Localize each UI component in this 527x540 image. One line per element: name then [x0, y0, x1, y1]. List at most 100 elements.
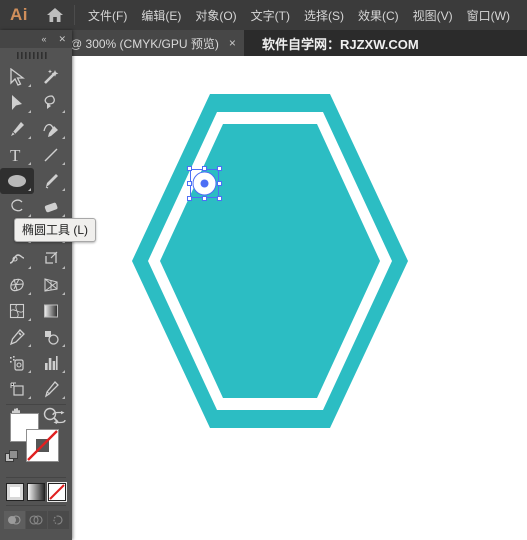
menu-object[interactable]: 对象(O)	[188, 0, 243, 30]
tool-flyout-indicator	[28, 396, 31, 399]
line-segment-tool-icon[interactable]	[34, 142, 68, 168]
resize-handle-left-center[interactable]	[187, 180, 192, 186]
artboard-tool-icon[interactable]	[0, 376, 34, 402]
tool-flyout-indicator	[28, 136, 31, 139]
shaper-tool-icon[interactable]	[0, 194, 34, 220]
swap-fill-stroke-icon[interactable]	[52, 411, 66, 430]
gradient-tool-icon[interactable]	[34, 298, 68, 324]
document-tab[interactable]: @ 300% (CMYK/GPU 预览) ×	[62, 30, 244, 56]
tool-row	[0, 116, 72, 142]
menu-edit[interactable]: 编辑(E)	[134, 0, 188, 30]
menu-divider	[74, 5, 75, 25]
resize-handle-top-center[interactable]	[201, 166, 207, 171]
tool-row	[0, 298, 72, 324]
app-logo: Ai	[10, 5, 28, 24]
menu-type[interactable]: 文字(T)	[244, 0, 297, 30]
blend-tool-icon[interactable]	[34, 324, 68, 350]
tool-flyout-indicator	[62, 344, 65, 347]
tool-row	[0, 324, 72, 350]
fill-stroke-group	[0, 407, 72, 475]
pen-tool-icon[interactable]	[0, 116, 34, 142]
gradient-mode-button[interactable]	[27, 483, 45, 501]
stroke-swatch[interactable]	[26, 429, 59, 462]
tool-flyout-indicator	[62, 214, 65, 217]
magic-wand-tool-icon[interactable]	[34, 64, 68, 90]
tool-tooltip: 椭圆工具 (L)	[14, 218, 97, 242]
mesh-tool-icon[interactable]	[0, 298, 34, 324]
tool-grid: T	[0, 62, 72, 428]
lasso-tool-icon[interactable]	[34, 90, 68, 116]
collapse-icon[interactable]: «	[35, 34, 52, 44]
tool-row	[0, 194, 72, 220]
close-icon[interactable]: ×	[229, 37, 236, 49]
menu-view[interactable]: 视图(V)	[406, 0, 460, 30]
draw-inside-button[interactable]	[47, 511, 69, 529]
type-tool-icon[interactable]: T	[0, 142, 34, 168]
artboard-canvas[interactable]	[0, 56, 527, 540]
screen-mode-button[interactable]	[0, 532, 72, 540]
tool-row	[0, 90, 72, 116]
tool-flyout-indicator	[62, 136, 65, 139]
tool-flyout-indicator	[28, 84, 31, 87]
tool-flyout-indicator	[28, 292, 31, 295]
column-graph-tool-icon[interactable]	[34, 350, 68, 376]
tool-flyout-indicator	[28, 344, 31, 347]
resize-handle-top-left[interactable]	[187, 166, 192, 171]
eraser-tool-icon[interactable]	[34, 194, 68, 220]
panel-divider	[6, 505, 66, 506]
resize-handle-bottom-right[interactable]	[217, 196, 222, 201]
resize-handle-bottom-center[interactable]	[201, 196, 207, 201]
width-tool-icon[interactable]	[0, 246, 34, 272]
menu-window[interactable]: 窗口(W)	[460, 0, 517, 30]
tool-row	[0, 246, 72, 272]
menu-effect[interactable]: 效果(C)	[351, 0, 406, 30]
symbol-sprayer-tool-icon[interactable]	[0, 350, 34, 376]
none-mode-button[interactable]	[47, 482, 67, 502]
no-stroke-slash	[27, 430, 58, 461]
panel-divider	[6, 404, 66, 405]
menu-bar: Ai 文件(F) 编辑(E) 对象(O) 文字(T) 选择(S) 效果(C) 视…	[0, 0, 527, 30]
paint-mode-row	[0, 480, 72, 503]
eyedropper-tool-icon[interactable]	[0, 324, 34, 350]
tool-flyout-indicator	[62, 292, 65, 295]
menu-file[interactable]: 文件(F)	[81, 0, 134, 30]
selection-bounding-box[interactable]	[187, 166, 222, 201]
ellipse-tool-icon[interactable]	[0, 168, 34, 194]
selection-tool-icon[interactable]	[0, 64, 34, 90]
slice-tool-icon[interactable]	[34, 376, 68, 402]
resize-handle-top-right[interactable]	[217, 166, 222, 171]
tool-row: T	[0, 142, 72, 168]
tool-flyout-indicator	[28, 162, 31, 165]
hexagon-badge-artwork[interactable]	[60, 86, 480, 441]
tool-row	[0, 350, 72, 376]
menu-select[interactable]: 选择(S)	[297, 0, 351, 30]
resize-handle-bottom-left[interactable]	[187, 196, 192, 201]
tool-flyout-indicator	[28, 110, 31, 113]
direct-selection-tool-icon[interactable]	[0, 90, 34, 116]
tool-row	[0, 168, 72, 194]
tool-flyout-indicator	[28, 266, 31, 269]
free-transform-tool-icon[interactable]	[34, 246, 68, 272]
tool-flyout-indicator	[62, 370, 65, 373]
tool-row	[0, 376, 72, 402]
shape-builder-tool-icon[interactable]	[0, 272, 34, 298]
draw-behind-button[interactable]	[25, 511, 47, 529]
color-mode-button[interactable]	[6, 483, 24, 501]
resize-handle-right-center[interactable]	[217, 180, 222, 186]
tool-flyout-indicator	[62, 266, 65, 269]
document-tab-label: @ 300% (CMYK/GPU 预览)	[70, 36, 219, 51]
tool-flyout-indicator	[28, 318, 31, 321]
curvature-tool-icon[interactable]	[34, 116, 68, 142]
close-panel-icon[interactable]: ✕	[52, 34, 72, 44]
perspective-grid-tool-icon[interactable]	[34, 272, 68, 298]
paintbrush-tool-icon[interactable]	[34, 168, 68, 194]
tool-row	[0, 64, 72, 90]
home-icon[interactable]	[38, 0, 72, 30]
draw-normal-button[interactable]	[3, 511, 25, 529]
watermark-text: 软件自学网：RJZXW.COM	[262, 36, 419, 52]
tool-flyout-indicator	[28, 370, 31, 373]
default-fill-stroke-icon[interactable]	[5, 450, 19, 469]
panel-grip-handle[interactable]	[0, 48, 72, 62]
tools-panel-header: « ✕	[0, 30, 72, 48]
draw-mode-row	[0, 508, 72, 532]
